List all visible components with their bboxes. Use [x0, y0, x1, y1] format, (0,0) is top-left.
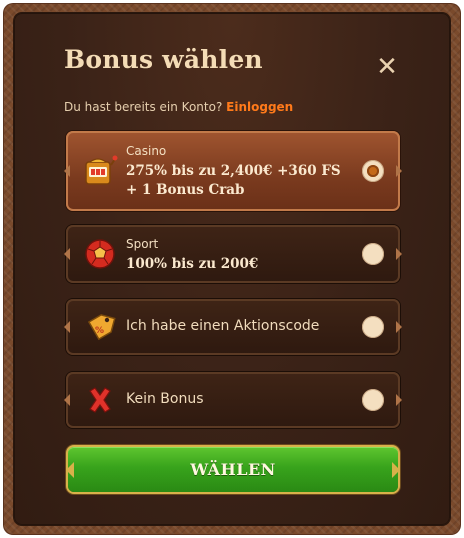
login-link[interactable]: Einloggen [226, 100, 293, 114]
choose-bonus-label: WÄHLEN [190, 460, 276, 479]
dialog-title: Bonus wählen [64, 45, 263, 74]
account-question: Du hast bereits ein Konto? [64, 100, 223, 114]
option-label: Kein Bonus [126, 391, 204, 407]
sport-ball-icon [85, 239, 115, 269]
radio-unselected[interactable] [362, 243, 384, 265]
option-offer: 100% bis zu 200€ [126, 256, 259, 272]
slot-machine-icon [85, 155, 118, 185]
radio-selected[interactable] [362, 160, 384, 182]
option-category: Sport [126, 237, 159, 251]
option-label: Ich habe einen Aktionscode [126, 318, 320, 334]
option-casino[interactable]: Casino 275% bis zu 2,400€ +360 FS + 1 Bo… [64, 131, 402, 211]
svg-text:%: % [95, 326, 104, 336]
radio-unselected[interactable] [362, 389, 384, 411]
option-offer: 275% bis zu 2,400€ +360 FS [126, 163, 341, 179]
choose-bonus-button[interactable]: WÄHLEN [66, 447, 400, 492]
option-offer-extra: + 1 Bonus Crab [126, 182, 245, 198]
option-category: Casino [126, 144, 167, 158]
promo-tag-icon: % [87, 314, 116, 341]
option-sport[interactable]: Sport 100% bis zu 200€ [64, 225, 402, 283]
close-icon[interactable]: ✕ [372, 52, 402, 82]
radio-unselected[interactable] [362, 316, 384, 338]
red-x-icon [89, 387, 111, 413]
login-prompt: Du hast bereits ein Konto? Einloggen [64, 100, 293, 114]
option-promo-code[interactable]: % Ich habe einen Aktionscode [64, 299, 402, 355]
option-no-bonus[interactable]: Kein Bonus [64, 372, 402, 428]
